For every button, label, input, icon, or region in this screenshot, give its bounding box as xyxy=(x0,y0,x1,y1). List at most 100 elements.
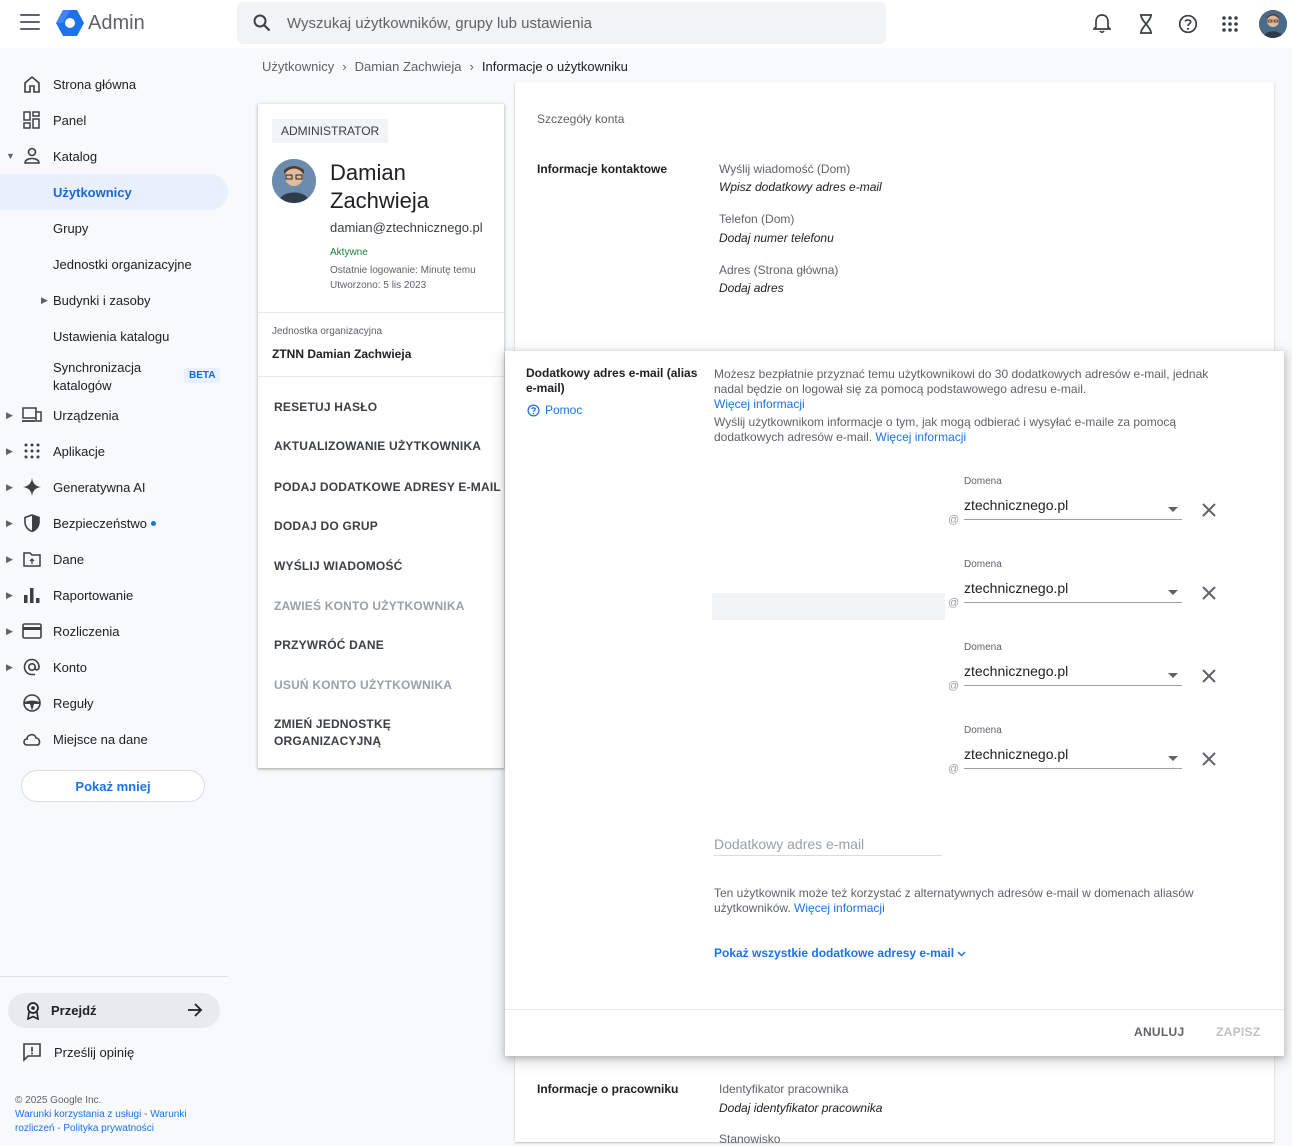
dashboard-icon xyxy=(23,111,40,129)
sidebar-item-rules[interactable]: Reguły xyxy=(0,685,228,721)
domain-value: ztechnicznego.pl xyxy=(964,580,1069,596)
field-label: Identyfikator pracownika xyxy=(719,1082,849,1096)
restore-data-button[interactable]: PRZYWRÓĆ DANE xyxy=(274,637,384,654)
feedback-label: Prześlij opinię xyxy=(54,1044,135,1060)
sidebar-item-org-units[interactable]: Jednostki organizacyjne xyxy=(0,246,228,282)
note-text: Ten użytkownik może też korzystać z alte… xyxy=(714,886,1194,915)
sidebar-item-account[interactable]: ▶ Konto xyxy=(0,649,228,685)
field-value-email[interactable]: Wpisz dodatkowy adres e-mail xyxy=(719,180,882,194)
show-all-aliases-link[interactable]: Pokaż wszystkie dodatkowe adresy e-mail xyxy=(714,946,966,960)
change-org-unit-button[interactable]: ZMIEŃ JEDNOSTKĘ ORGANIZACYJNĄ xyxy=(274,716,474,750)
notifications-icon[interactable] xyxy=(1090,12,1114,36)
field-value-phone[interactable]: Dodaj numer telefonu xyxy=(719,231,834,245)
domain-select[interactable]: ztechnicznego.pl xyxy=(964,497,1182,520)
top-app-bar: Admin xyxy=(0,0,1292,48)
credit-card-icon xyxy=(22,623,42,639)
search-icon xyxy=(253,14,271,32)
hourglass-icon[interactable] xyxy=(1134,12,1158,36)
at-symbol: @ xyxy=(948,680,960,692)
sidebar-item-label: Rozliczenia xyxy=(53,623,120,639)
sidebar-item-home[interactable]: Strona główna xyxy=(0,66,228,102)
add-alternate-emails-button[interactable]: PODAJ DODATKOWE ADRESY E-MAIL xyxy=(274,479,501,496)
breadcrumb-item-users[interactable]: Użytkownicy xyxy=(262,59,334,74)
caret-right-icon: ▶ xyxy=(6,517,13,528)
dropdown-caret-icon xyxy=(1168,756,1178,761)
sidebar-item-directory-sync[interactable]: Synchronizacja katalogów BETA xyxy=(0,358,228,396)
extra-email-input[interactable] xyxy=(714,833,942,856)
sidebar-item-reporting[interactable]: ▶ Raportowanie xyxy=(0,577,228,613)
remove-alias-icon[interactable] xyxy=(1199,666,1219,686)
dropdown-caret-icon xyxy=(1168,673,1178,678)
search-input[interactable] xyxy=(287,2,867,44)
more-info-link[interactable]: Więcej informacji xyxy=(875,430,966,444)
sidebar-item-label: Generatywna AI xyxy=(53,479,146,495)
send-message-button[interactable]: WYŚLIJ WIADOMOŚĆ xyxy=(274,558,403,575)
last-login: Ostatnie logowanie: Minutę temu xyxy=(330,265,476,276)
dialog-footer-divider xyxy=(505,1009,1284,1010)
caret-right-icon: ▶ xyxy=(6,589,13,600)
cancel-button[interactable]: ANULUJ xyxy=(1134,1025,1184,1039)
reset-password-button[interactable]: RESETUJ HASŁO xyxy=(274,399,377,416)
alias-email-dialog: Dodatkowy adres e-mail (alias e-mail) Po… xyxy=(505,351,1284,1056)
more-info-link[interactable]: Więcej informacji xyxy=(714,397,805,411)
remove-alias-icon[interactable] xyxy=(1199,583,1219,603)
feedback-link[interactable]: Prześlij opinię xyxy=(22,1042,134,1062)
domain-value: ztechnicznego.pl xyxy=(964,497,1069,513)
sidebar-item-groups[interactable]: Grupy xyxy=(0,210,228,246)
terms-link[interactable]: Warunki korzystania z usługi xyxy=(15,1109,141,1120)
sidebar-item-security[interactable]: ▶ Bezpieczeństwo xyxy=(0,505,228,541)
domain-select[interactable]: ztechnicznego.pl xyxy=(964,746,1182,769)
field-value-employee-id[interactable]: Dodaj identyfikator pracownika xyxy=(719,1101,882,1115)
breadcrumb-separator: › xyxy=(469,59,474,74)
apps-grid-icon[interactable] xyxy=(1218,12,1242,36)
award-icon xyxy=(27,1002,39,1020)
domain-select[interactable]: ztechnicznego.pl xyxy=(964,663,1182,686)
user-avatar[interactable] xyxy=(272,159,316,203)
sidebar-item-storage[interactable]: Miejsce na dane xyxy=(0,721,228,757)
sidebar-item-devices[interactable]: ▶ Urządzenia xyxy=(0,397,228,433)
arrow-right-icon xyxy=(188,1003,203,1017)
help-link[interactable]: Pomoc xyxy=(527,403,582,417)
privacy-link[interactable]: Polityka prywatności xyxy=(63,1123,154,1134)
field-label: Adres (Strona główna) xyxy=(719,263,839,277)
alias-input-placeholder-box[interactable] xyxy=(712,593,945,620)
notification-dot xyxy=(151,521,156,526)
caret-down-icon: ▼ xyxy=(6,151,15,161)
sidebar-item-buildings[interactable]: ▶ Budynki i zasoby xyxy=(0,282,228,318)
sidebar-item-panel[interactable]: Panel xyxy=(0,102,228,138)
app-title[interactable]: Admin xyxy=(88,12,145,35)
sidebar-divider xyxy=(0,976,228,977)
sidebar-item-directory-settings[interactable]: Ustawienia katalogu xyxy=(0,318,228,354)
help-icon[interactable] xyxy=(1176,12,1200,36)
domain-select[interactable]: ztechnicznego.pl xyxy=(964,580,1182,603)
domain-value: ztechnicznego.pl xyxy=(964,663,1069,679)
hamburger-menu-icon[interactable] xyxy=(20,14,40,30)
sidebar-item-data[interactable]: ▶ Dane xyxy=(0,541,228,577)
goto-button[interactable]: Przejdź xyxy=(8,993,220,1028)
cloud-icon xyxy=(23,733,41,746)
show-less-button[interactable]: Pokaż mniej xyxy=(21,770,205,802)
sidebar-item-label: Grupy xyxy=(53,220,89,236)
folder-icon xyxy=(23,552,41,567)
account-avatar[interactable] xyxy=(1259,10,1287,38)
delete-user-button: USUŃ KONTO UŻYTKOWNIKA xyxy=(274,678,453,692)
more-info-link[interactable]: Więcej informacji xyxy=(794,901,885,915)
sidebar-item-gen-ai[interactable]: ▶ Generatywna AI xyxy=(0,469,228,505)
update-user-button[interactable]: AKTUALIZOWANIE UŻYTKOWNIKA xyxy=(274,438,481,455)
org-unit-label: Jednostka organizacyjna xyxy=(272,326,383,337)
dropdown-caret-icon xyxy=(1168,507,1178,512)
sidebar-item-billing[interactable]: ▶ Rozliczenia xyxy=(0,613,228,649)
breadcrumb-current: Informacje o użytkowniku xyxy=(481,59,628,74)
sidebar-item-label: Budynki i zasoby xyxy=(53,292,151,308)
sidebar-item-label: Użytkownicy xyxy=(53,184,132,200)
role-badge: ADMINISTRATOR xyxy=(272,119,389,143)
search-bar[interactable] xyxy=(237,2,886,44)
remove-alias-icon[interactable] xyxy=(1199,500,1219,520)
field-value-address[interactable]: Dodaj adres xyxy=(719,281,784,295)
breadcrumb-item-user[interactable]: Damian Zachwieja xyxy=(355,59,462,74)
remove-alias-icon[interactable] xyxy=(1199,749,1219,769)
sidebar-item-users[interactable]: Użytkownicy xyxy=(0,174,228,210)
sidebar-item-directory[interactable]: ▼ Katalog xyxy=(0,138,228,174)
sidebar-item-apps[interactable]: ▶ Aplikacje xyxy=(0,433,228,469)
add-to-groups-button[interactable]: DODAJ DO GRUP xyxy=(274,518,378,535)
